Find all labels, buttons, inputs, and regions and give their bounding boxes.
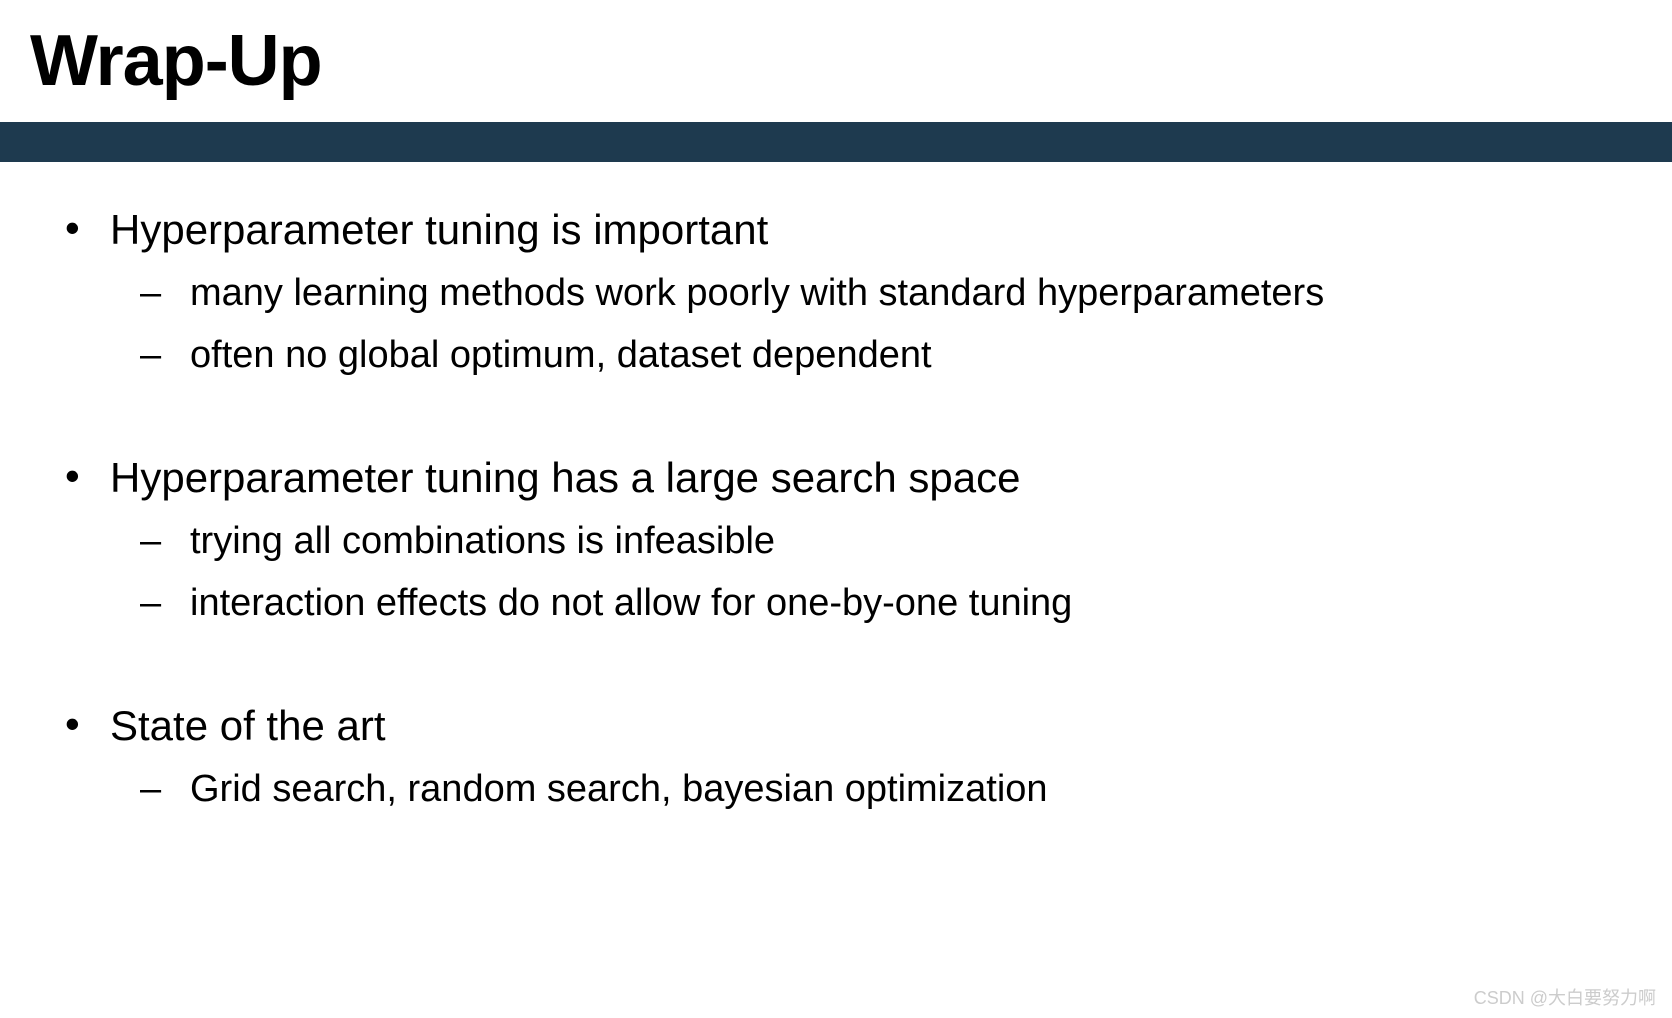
bullet-item: • Hyperparameter tuning has a large sear… xyxy=(60,450,1612,504)
bullet-block: • Hyperparameter tuning has a large sear… xyxy=(60,450,1612,628)
divider-bar xyxy=(0,122,1672,162)
bullet-marker: • xyxy=(60,202,110,254)
sub-bullet-text: interaction effects do not allow for one… xyxy=(190,578,1072,628)
sub-bullet-marker: – xyxy=(140,516,190,566)
slide-content: • Hyperparameter tuning is important – m… xyxy=(0,162,1672,814)
bullet-item: • Hyperparameter tuning is important xyxy=(60,202,1612,256)
sub-bullet-text: often no global optimum, dataset depende… xyxy=(190,330,932,380)
sub-bullet-text: trying all combinations is infeasible xyxy=(190,516,775,566)
sub-bullet-text: many learning methods work poorly with s… xyxy=(190,268,1324,318)
bullet-block: • Hyperparameter tuning is important – m… xyxy=(60,202,1612,380)
sub-bullet-item: – interaction effects do not allow for o… xyxy=(60,578,1612,628)
bullet-text: State of the art xyxy=(110,698,386,752)
bullet-marker: • xyxy=(60,450,110,502)
sub-bullet-item: – many learning methods work poorly with… xyxy=(60,268,1612,318)
bullet-marker: • xyxy=(60,698,110,750)
bullet-block: • State of the art – Grid search, random… xyxy=(60,698,1612,814)
bullet-text: Hyperparameter tuning has a large search… xyxy=(110,450,1021,504)
watermark: CSDN @大白要努力啊 xyxy=(1474,984,1656,1010)
bullet-text: Hyperparameter tuning is important xyxy=(110,202,768,256)
sub-bullet-item: – Grid search, random search, bayesian o… xyxy=(60,764,1612,814)
sub-bullet-marker: – xyxy=(140,764,190,814)
sub-bullet-marker: – xyxy=(140,578,190,628)
sub-bullet-text: Grid search, random search, bayesian opt… xyxy=(190,764,1048,814)
sub-bullet-item: – trying all combinations is infeasible xyxy=(60,516,1612,566)
sub-bullet-marker: – xyxy=(140,330,190,380)
sub-bullet-marker: – xyxy=(140,268,190,318)
bullet-item: • State of the art xyxy=(60,698,1612,752)
sub-bullet-item: – often no global optimum, dataset depen… xyxy=(60,330,1612,380)
slide-title: Wrap-Up xyxy=(0,0,1672,122)
